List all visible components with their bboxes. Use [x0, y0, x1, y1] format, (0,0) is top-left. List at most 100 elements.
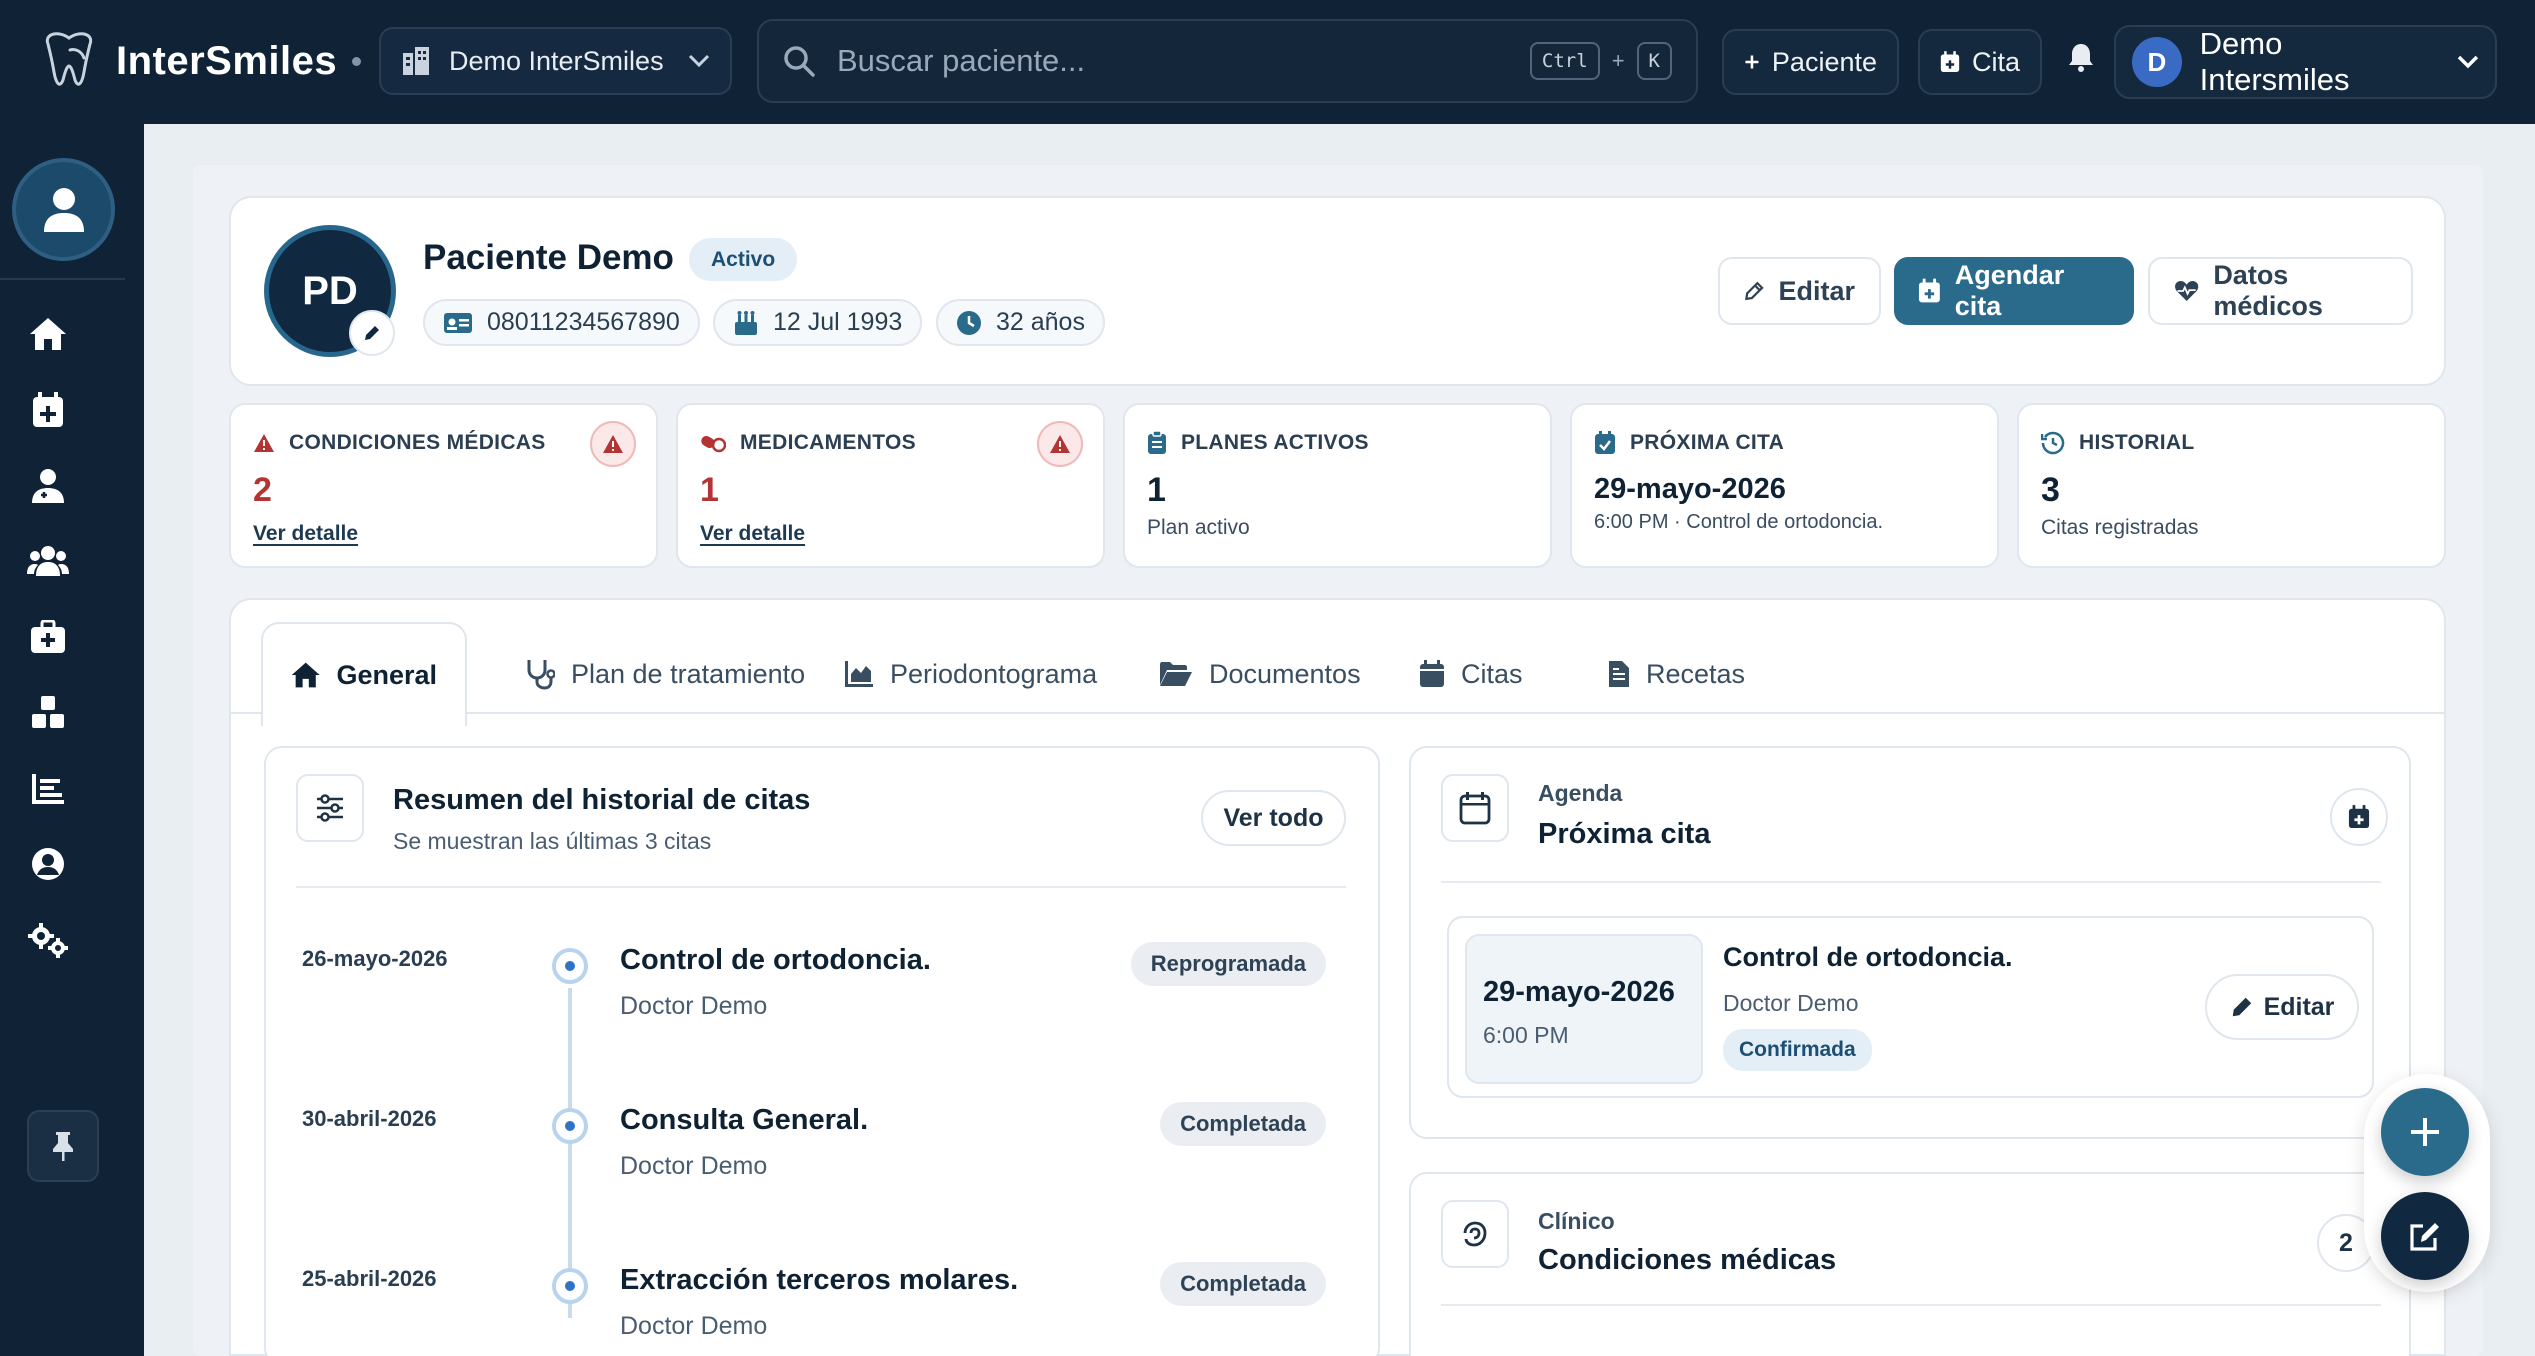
tab-general[interactable]: General [261, 622, 467, 726]
appointment-time: 6:00 PM [1483, 1022, 1569, 1048]
status-badge: Completada [1160, 1262, 1326, 1306]
stat-header: PRÓXIMA CITA [1594, 431, 1784, 455]
timeline-title[interactable]: Extracción terceros molares. [620, 1264, 1018, 1297]
stat-card-conditions: CONDICIONES MÉDICAS 2 Ver detalle [229, 403, 658, 568]
bell-icon[interactable] [2068, 42, 2094, 77]
panel-divider [296, 886, 1346, 888]
new-appointment-button[interactable]: Cita [1918, 29, 2042, 95]
calendar-plus-icon [1918, 278, 1940, 303]
app-logo[interactable]: InterSmiles [40, 30, 337, 92]
timeline-title[interactable]: Consulta General. [620, 1104, 868, 1137]
gears-icon[interactable] [24, 916, 72, 964]
cubes-icon[interactable] [24, 689, 72, 737]
stat-value: 1 [700, 471, 719, 509]
kbd-ctrl: Ctrl [1529, 42, 1600, 80]
user-circle-icon[interactable] [24, 840, 72, 888]
tab-label: Plan de tratamiento [571, 658, 806, 689]
medical-data-button[interactable]: Datos médicos [2148, 257, 2413, 325]
fab-edit-button[interactable] [2381, 1192, 2469, 1280]
new-patient-label: Paciente [1771, 46, 1877, 77]
stat-title: CONDICIONES MÉDICAS [289, 431, 546, 454]
tab-appointments[interactable]: Citas [1391, 622, 1551, 726]
calendar-icon [1420, 660, 1444, 687]
appointment-history-panel: Resumen del historial de citas Se muestr… [264, 746, 1380, 1356]
stat-title: HISTORIAL [2079, 431, 2195, 454]
user-menu[interactable]: D Demo Intersmiles [2114, 25, 2497, 99]
edit-appointment-label: Editar [2263, 992, 2335, 1021]
age-pill: 32 años [936, 299, 1105, 346]
chevron-down-icon [2457, 55, 2479, 69]
stat-value: 1 [1147, 471, 1166, 509]
calendar-plus-icon [2348, 805, 2370, 828]
id-card-icon [444, 312, 472, 333]
calendar-plus-icon[interactable] [24, 386, 72, 434]
tab-prescriptions[interactable]: Recetas [1580, 622, 1773, 726]
home-icon[interactable] [24, 310, 72, 358]
chart-icon[interactable] [24, 765, 72, 813]
medkit-icon[interactable] [24, 613, 72, 661]
app-name: InterSmiles [116, 38, 338, 83]
view-detail-link[interactable]: Ver detalle [700, 522, 805, 546]
history-icon [2041, 431, 2065, 455]
warning-icon [1037, 421, 1083, 467]
edit-patient-label: Editar [1778, 275, 1855, 306]
stat-card-medications: MEDICAMENTOS 1 Ver detalle [676, 403, 1105, 568]
edit-avatar-button[interactable] [349, 310, 395, 356]
panel-divider [1441, 1304, 2381, 1306]
add-appointment-button[interactable] [2330, 788, 2388, 846]
tab-treatment-plan[interactable]: Plan de tratamiento [497, 622, 833, 726]
stat-title: PRÓXIMA CITA [1630, 431, 1785, 454]
tab-label: Recetas [1646, 658, 1746, 689]
stat-card-next-appointment: PRÓXIMA CITA 29-mayo-2026 6:00 PM · Cont… [1570, 403, 1999, 568]
appointment-title: Control de ortodoncia. [1723, 942, 2013, 972]
appointment-date-box: 29-mayo-2026 6:00 PM [1465, 934, 1703, 1084]
medical-data-label: Datos médicos [2213, 260, 2323, 321]
age: 32 años [996, 308, 1085, 336]
timeline-node [552, 1108, 588, 1144]
schedule-appointment-label: Agendar cita [1954, 260, 2065, 321]
tab-label: Periodontograma [890, 658, 1098, 689]
search-input[interactable] [837, 43, 1508, 79]
fab-add-button[interactable] [2381, 1088, 2469, 1176]
kbd-plus: + [1611, 48, 1625, 73]
sidebar-profile-avatar[interactable] [12, 158, 115, 261]
edit-appointment-button[interactable]: Editar [2205, 974, 2359, 1040]
stethoscope-icon [527, 660, 555, 690]
patient-id: 08011234567890 [487, 308, 680, 336]
panel-divider [1441, 881, 2381, 883]
pin-sidebar-button[interactable] [27, 1110, 99, 1182]
schedule-appointment-button[interactable]: Agendar cita [1894, 257, 2134, 325]
next-appointment-card: 29-mayo-2026 6:00 PM Control de ortodonc… [1447, 916, 2374, 1098]
tab-label: General [336, 659, 437, 690]
tabs-container: General Plan de tratamiento Periodontogr… [229, 598, 2446, 1356]
birthday-cake-icon [735, 310, 757, 335]
timeline-date: 30-abril-2026 [302, 1106, 437, 1131]
timeline-node [552, 948, 588, 984]
warning-icon [590, 421, 636, 467]
tab-documents[interactable]: Documentos [1131, 622, 1389, 726]
pencil-icon [2232, 997, 2251, 1017]
thumbtack-icon [53, 1132, 73, 1161]
timeline-doctor: Doctor Demo [620, 1152, 768, 1180]
tab-periodontogram[interactable]: Periodontograma [816, 622, 1125, 726]
stat-header: CONDICIONES MÉDICAS [253, 431, 546, 455]
users-icon[interactable] [24, 537, 72, 585]
new-patient-button[interactable]: Paciente [1722, 29, 1899, 95]
stat-subtitle: Plan activo [1147, 516, 1250, 539]
stat-value: 3 [2041, 471, 2060, 509]
heart-pulse-icon [2175, 281, 2199, 301]
view-detail-link[interactable]: Ver detalle [253, 522, 358, 546]
edit-patient-button[interactable]: Editar [1718, 257, 1881, 325]
patient-search[interactable]: Ctrl + K [757, 19, 1698, 103]
clinic-selector[interactable]: Demo InterSmiles [379, 27, 732, 95]
patient-id-pill: 08011234567890 [423, 299, 700, 346]
timeline-title[interactable]: Control de ortodoncia. [620, 944, 931, 977]
doctor-icon[interactable] [24, 462, 72, 510]
clipboard-icon [1148, 431, 1166, 454]
view-all-button[interactable]: Ver todo [1201, 790, 1346, 846]
status-badge: Completada [1160, 1102, 1326, 1146]
timeline-date: 25-abril-2026 [302, 1266, 437, 1291]
user-icon [43, 187, 84, 232]
calendar-check-icon [1595, 431, 1615, 454]
search-icon [784, 46, 815, 77]
